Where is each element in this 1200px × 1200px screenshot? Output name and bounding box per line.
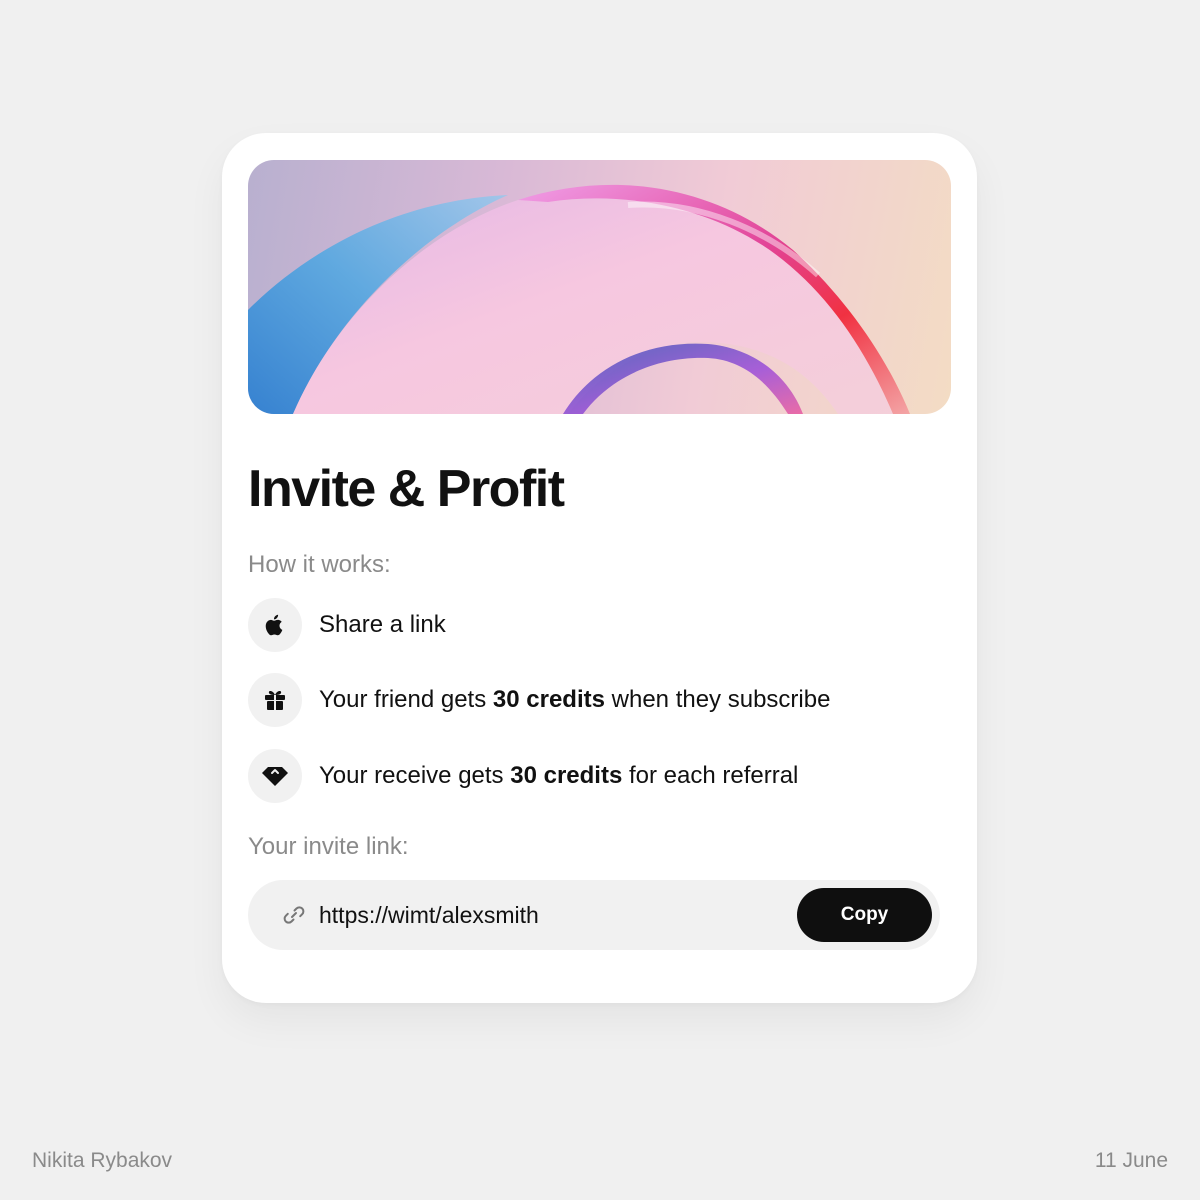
- step-text-before: Your friend gets: [319, 686, 493, 713]
- step-text-after: for each referral: [622, 762, 799, 789]
- date-label: 11 June: [1094, 1149, 1168, 1172]
- apple-icon: [248, 598, 302, 652]
- invite-link-field[interactable]: https://wimt/alexsmith Copy: [248, 880, 940, 950]
- invite-link-url[interactable]: https://wimt/alexsmith: [319, 902, 539, 928]
- step-text: Share a link: [319, 611, 446, 638]
- invite-link-label: Your invite link:: [248, 833, 409, 860]
- gift-icon: [248, 673, 302, 727]
- step-friend-credits: Your friend gets 30 credits when they su…: [248, 673, 830, 727]
- hero-banner-image: [248, 160, 951, 414]
- page-title: Invite & Profit: [248, 460, 565, 518]
- author-name: Nikita Rybakov: [32, 1149, 173, 1172]
- step-share-link: Share a link: [248, 598, 446, 652]
- copy-button[interactable]: Copy: [797, 888, 932, 942]
- step-text-bold: 30 credits: [510, 762, 623, 789]
- diamond-icon: [248, 749, 302, 803]
- step-text-bold: 30 credits: [492, 686, 605, 713]
- how-it-works-label: How it works:: [248, 551, 391, 578]
- step-receive-credits: Your receive gets 30 credits for each re…: [248, 749, 798, 803]
- step-text: Your friend gets 30 credits when they su…: [319, 686, 830, 714]
- step-text-before: Your receive gets: [319, 762, 511, 789]
- link-icon: [281, 902, 307, 928]
- step-text-after: when they subscribe: [604, 686, 831, 713]
- invite-card: Invite & Profit How it works: Share a li…: [222, 133, 977, 1003]
- step-text: Your receive gets 30 credits for each re…: [319, 762, 798, 790]
